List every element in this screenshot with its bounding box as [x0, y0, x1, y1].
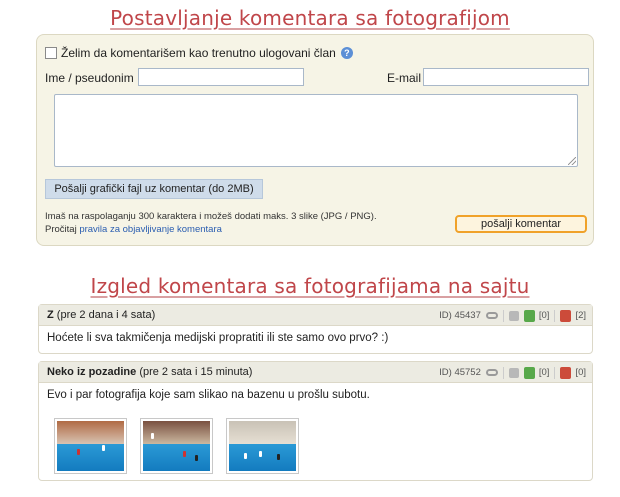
comment-item: Neko iz pozadine (pre 2 sata i 15 minuta…	[38, 361, 593, 481]
comment-time: (pre 2 dana i 4 sata)	[56, 309, 156, 321]
form-title-text: Postavljanje komentara sa fotografijom	[110, 6, 510, 30]
email-input[interactable]	[423, 68, 589, 86]
downvote-count: [2]	[575, 310, 586, 321]
info-line-2: Pročitaj pravila za objavljivanje koment…	[45, 223, 377, 236]
thumbs-down-icon[interactable]	[560, 309, 572, 322]
login-checkbox[interactable]	[45, 47, 57, 59]
form-info: Imaš na raspolaganju 300 karaktera i mož…	[45, 210, 377, 236]
comment-form-panel: Želim da komentarišem kao trenutno ulogo…	[36, 34, 594, 246]
comment-textarea[interactable]	[54, 94, 578, 167]
thumbs-up-icon[interactable]	[523, 366, 535, 379]
link-icon[interactable]	[485, 312, 498, 319]
info-prefix: Pročitaj	[45, 224, 77, 235]
pool-photo	[229, 421, 296, 471]
reply-icon[interactable]	[508, 367, 519, 378]
photo-thumbnail[interactable]	[54, 418, 127, 474]
upvote-count: [0]	[538, 367, 550, 378]
email-label: E-mail	[387, 71, 422, 85]
divider	[554, 309, 556, 322]
link-icon[interactable]	[485, 369, 498, 376]
divider	[502, 309, 504, 322]
reply-icon[interactable]	[508, 310, 519, 321]
comment-item: Z (pre 2 dana i 4 sata) ID) 45437 [0] [2…	[38, 304, 593, 354]
comment-id: ID) 45437	[439, 310, 481, 321]
photo-thumbnail[interactable]	[140, 418, 213, 474]
upvote-count: [0]	[538, 310, 550, 321]
comment-meta: ID) 45437 [0] [2]	[435, 305, 586, 326]
preview-title: Izgled komentara sa fotografijama na saj…	[0, 274, 620, 298]
pool-photo	[57, 421, 124, 471]
comment-header: Z (pre 2 dana i 4 sata) ID) 45437 [0] [2…	[39, 305, 592, 326]
form-title: Postavljanje komentara sa fotografijom	[0, 6, 620, 30]
comment-author: Neko iz pozadine	[47, 366, 137, 378]
comment-text: Hoćete li sva takmičenja medijski propra…	[47, 332, 389, 344]
divider	[502, 366, 504, 379]
comment-text: Evo i par fotografija koje sam slikao na…	[47, 389, 370, 401]
preview-title-text: Izgled komentara sa fotografijama na saj…	[90, 274, 530, 298]
name-input[interactable]	[138, 68, 304, 86]
comment-time: (pre 2 sata i 15 minuta)	[139, 366, 253, 378]
info-line-1: Imaš na raspolaganju 300 karaktera i mož…	[45, 211, 377, 222]
help-icon[interactable]: ?	[340, 47, 353, 59]
name-label: Ime / pseudonim	[45, 71, 134, 85]
comment-id: ID) 45752	[439, 367, 481, 378]
submit-comment-button[interactable]: pošalji komentar	[455, 215, 587, 233]
comment-author: Z	[47, 309, 54, 321]
downvote-count: [0]	[575, 367, 586, 378]
thumbs-down-icon[interactable]	[560, 366, 572, 379]
rules-link[interactable]: pravila za objavljivanje komentara	[79, 224, 222, 235]
photo-thumbnail[interactable]	[226, 418, 299, 474]
comment-meta: ID) 45752 [0] [0]	[435, 362, 586, 383]
pool-photo	[143, 421, 210, 471]
comment-header: Neko iz pozadine (pre 2 sata i 15 minuta…	[39, 362, 592, 383]
upload-image-button[interactable]: Pošalji grafički fajl uz komentar (do 2M…	[45, 179, 263, 199]
resize-grip-icon[interactable]	[568, 157, 576, 165]
login-checkbox-row[interactable]: Želim da komentarišem kao trenutno ulogo…	[45, 46, 353, 60]
divider	[554, 366, 556, 379]
thumbs-up-icon[interactable]	[523, 309, 535, 322]
login-checkbox-label: Želim da komentarišem kao trenutno ulogo…	[61, 46, 336, 60]
